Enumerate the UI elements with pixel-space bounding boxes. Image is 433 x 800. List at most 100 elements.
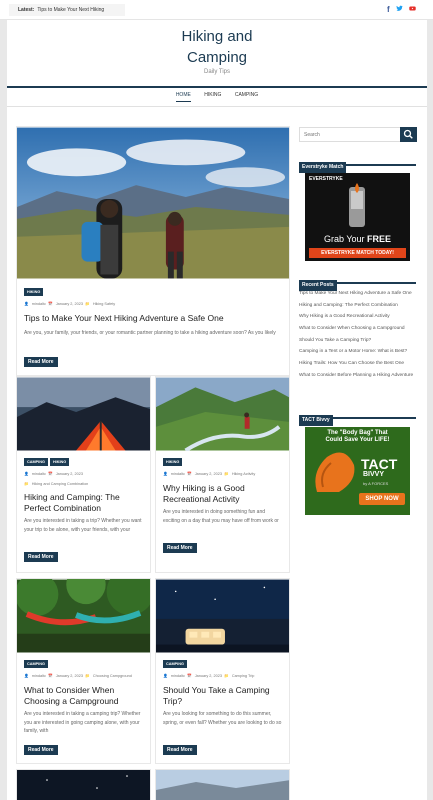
featured-post-meta: 👤 mindaltc 📅 January 2, 2023 📁 Hiking Safet…	[24, 301, 115, 306]
post-category[interactable]: Hiking and Camping Combination	[32, 482, 89, 486]
post-card-partial[interactable]	[155, 769, 290, 800]
post-meta: 👤 mindaltc 📅 January 2, 2023 📁 Choosing Cam…	[24, 673, 132, 678]
sleeping-bag-icon	[315, 452, 355, 492]
post-card: CAMPING 👤 mindaltc 📅 January 2, 2023 📁 Camp…	[155, 578, 290, 764]
facebook-icon[interactable]: f	[387, 5, 390, 15]
tact-bivvy-ad-banner[interactable]: The "Body Bag" That Could Save Your LIFE…	[305, 427, 410, 515]
post-title[interactable]: Hiking and Camping: The Perfect Combinat…	[24, 492, 143, 514]
site-title-line1[interactable]: Hiking and	[7, 26, 427, 47]
nav-item-camping[interactable]: CAMPING	[235, 92, 258, 101]
recent-post-link[interactable]: Hiking Trails: How You Can Choose the Be…	[299, 361, 416, 373]
widget-title-text: Everstryke Match	[299, 162, 347, 173]
tag-hiking[interactable]: HIKING	[24, 288, 44, 296]
ad-brand2: BIVVY	[363, 471, 385, 478]
post-date[interactable]: January 2, 2023	[56, 674, 83, 678]
post-meta: 👤 mindaltc 📅 January 2, 2023 📁 Camping Trip	[163, 673, 254, 678]
post-author[interactable]: mindaltc	[32, 472, 46, 476]
ad-shop-now-button[interactable]: SHOP NOW	[359, 493, 405, 505]
widget-title-tact-bivvy: TACT Bivvy	[299, 408, 416, 426]
post-card-partial[interactable]	[16, 769, 151, 800]
post-title[interactable]: Should You Take a Camping Trip?	[163, 685, 282, 707]
post-category[interactable]: Hiking Safety	[93, 302, 115, 306]
tag-hiking[interactable]: HIKING	[49, 458, 70, 466]
youtube-icon[interactable]	[409, 5, 416, 15]
post-date[interactable]: January 2, 2023	[195, 472, 222, 476]
folder-icon: 📁	[85, 674, 90, 678]
tag-camping[interactable]: CAMPING	[24, 660, 48, 668]
user-icon: 👤	[163, 472, 168, 476]
recent-post-link[interactable]: Should You Take a Camping Trip?	[299, 338, 416, 350]
post-card: HIKING 👤 mindaltc 📅 January 2, 2023 📁 Hikin…	[155, 376, 290, 573]
post-title[interactable]: Why Hiking is a Good Recreational Activi…	[163, 483, 282, 505]
nav-item-home[interactable]: HOME	[175, 92, 191, 102]
widget-title-everstryke: Everstryke Match	[299, 155, 416, 173]
post-excerpt: Are you interested in taking a camping t…	[24, 711, 141, 734]
post-category[interactable]: Choosing Campground	[93, 674, 132, 678]
featured-post-image[interactable]	[17, 127, 289, 279]
post-image[interactable]	[17, 579, 150, 653]
top-bar: Latest: Tips to Make Your Next Hiking f	[0, 0, 433, 20]
post-category[interactable]: Hiking Activity	[232, 472, 255, 476]
tag-camping[interactable]: CAMPING	[163, 660, 187, 668]
site-title-line2[interactable]: Camping	[7, 47, 427, 68]
post-author[interactable]: mindaltc	[32, 674, 46, 678]
post-meta: 👤 mindaltc 📅 January 2, 2023	[24, 471, 83, 476]
latest-news-ticker[interactable]: Latest: Tips to Make Your Next Hiking	[9, 4, 125, 16]
latest-news-text[interactable]: Tips to Make Your Next Hiking	[37, 7, 104, 13]
read-more-button[interactable]: Read More	[24, 745, 58, 755]
lighter-icon	[349, 183, 365, 227]
search-button[interactable]	[400, 127, 417, 142]
nav-item-hiking[interactable]: HIKING	[204, 92, 221, 101]
everstryke-ad-banner[interactable]: EVERSTRYKE Grab Your FREE EVERSTRYKE MAT…	[305, 173, 410, 261]
recent-post-link[interactable]: Tips to Make Your Next Hiking Adventure …	[299, 291, 416, 303]
latest-label: Latest:	[18, 7, 35, 13]
ad-brand: EVERSTRYKE	[309, 176, 343, 182]
site-description: Daily Tips	[203, 69, 230, 75]
post-date[interactable]: January 2, 2023	[56, 302, 83, 306]
post-image[interactable]	[156, 377, 289, 451]
post-tags: CAMPING	[24, 660, 50, 668]
post-image[interactable]	[156, 579, 289, 653]
post-date[interactable]: January 2, 2023	[195, 674, 222, 678]
page-container: Hiking and Camping Daily Tips HOME HIKIN…	[7, 20, 427, 800]
post-tags: CAMPING HIKING	[24, 458, 71, 466]
recent-post-link[interactable]: Hiking and Camping: The Perfect Combinat…	[299, 303, 416, 315]
search-input[interactable]	[300, 128, 400, 141]
post-image[interactable]	[17, 770, 151, 800]
post-tags: HIKING	[163, 458, 184, 466]
recent-post-link[interactable]: What to Consider Before Planning a Hikin…	[299, 373, 416, 385]
post-date[interactable]: January 2, 2023	[56, 472, 83, 476]
post-author[interactable]: mindaltc	[32, 302, 46, 306]
post-image[interactable]	[17, 377, 150, 451]
recent-post-link[interactable]: Camping in a Tent or a Motor Home: What …	[299, 349, 416, 361]
main-navigation: HOME HIKING CAMPING	[7, 92, 427, 102]
post-meta: 👤 mindaltc 📅 January 2, 2023 📁 Hiking Activ…	[163, 471, 255, 476]
site-title[interactable]: Hiking and Camping	[7, 26, 427, 68]
post-card: CAMPING 👤 mindaltc 📅 January 2, 2023 📁 Choo…	[16, 578, 151, 764]
read-more-button[interactable]: Read More	[163, 745, 197, 755]
tag-camping[interactable]: CAMPING	[24, 458, 48, 466]
twitter-icon[interactable]	[396, 5, 403, 15]
ad-line1: Grab Your	[323, 234, 365, 244]
calendar-icon: 📅	[48, 674, 53, 678]
tag-hiking[interactable]: HIKING	[163, 458, 183, 466]
post-author[interactable]: mindaltc	[171, 674, 185, 678]
post-category[interactable]: Camping Trip	[232, 674, 255, 678]
read-more-button[interactable]: Read More	[24, 552, 58, 562]
post-tags: CAMPING	[163, 660, 189, 668]
post-image[interactable]	[156, 770, 290, 800]
post-category-line: 📁 Hiking and Camping Combination	[24, 481, 88, 486]
ad-cta[interactable]: EVERSTRYKE MATCH TODAY!	[309, 248, 406, 258]
user-icon: 👤	[163, 674, 168, 678]
post-author[interactable]: mindaltc	[171, 472, 185, 476]
recent-post-link[interactable]: Why Hiking is a Good Recreational Activi…	[299, 314, 416, 326]
widget-title-text: Recent Posts	[299, 280, 337, 291]
calendar-icon: 📅	[48, 472, 53, 476]
read-more-button[interactable]: Read More	[163, 543, 197, 553]
featured-post-title[interactable]: Tips to Make Your Next Hiking Adventure …	[24, 313, 282, 324]
read-more-button[interactable]: Read More	[24, 357, 58, 367]
recent-post-link[interactable]: What to Consider When Choosing a Campgro…	[299, 326, 416, 338]
user-icon: 👤	[24, 302, 29, 306]
post-title[interactable]: What to Consider When Choosing a Campgro…	[24, 685, 143, 707]
ad-by: by A FORCES	[363, 481, 389, 486]
